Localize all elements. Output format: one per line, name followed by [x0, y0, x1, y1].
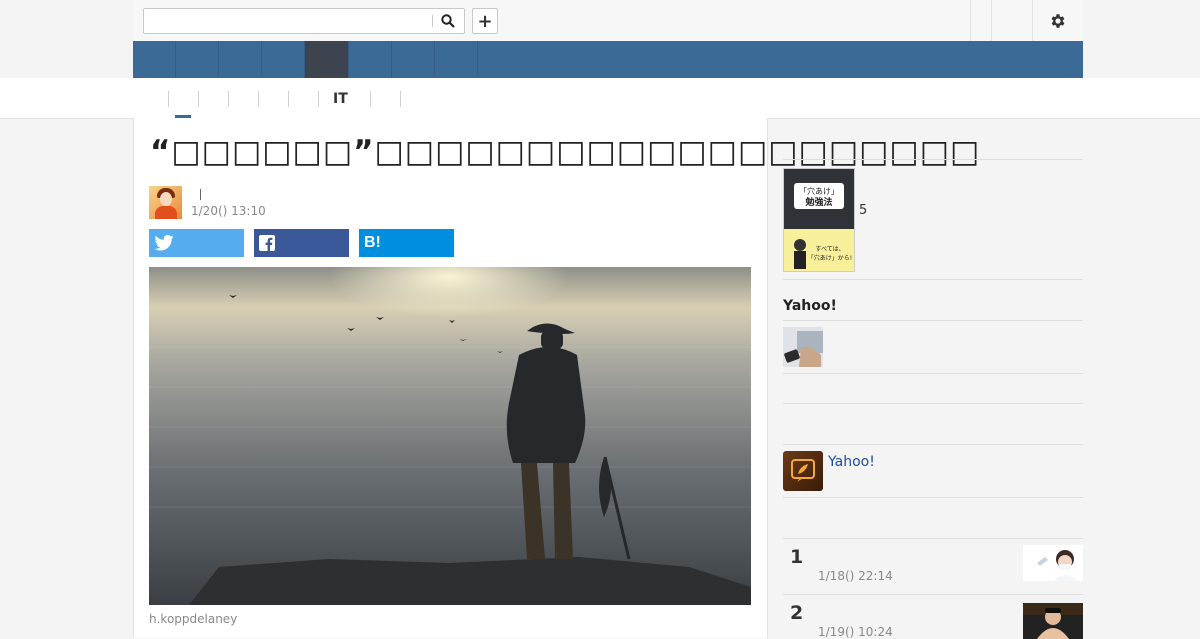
- app-icon[interactable]: [783, 451, 823, 491]
- search-input[interactable]: [144, 9, 436, 32]
- photo-credit: h.koppdelaney: [149, 612, 238, 626]
- top-menu-item[interactable]: [970, 0, 991, 41]
- yahoo-app-link[interactable]: Yahoo!: [828, 454, 875, 470]
- divider: [783, 497, 1083, 498]
- nav-item[interactable]: [392, 41, 435, 78]
- top-right-menu: [970, 0, 1083, 41]
- yahoo-section-title: Yahoo!: [783, 298, 837, 314]
- category-tab[interactable]: [198, 91, 213, 107]
- news-thumbnail[interactable]: [783, 327, 823, 367]
- category-tab[interactable]: [258, 91, 273, 107]
- nav-item[interactable]: [262, 41, 305, 78]
- nav-item[interactable]: [133, 41, 176, 78]
- divider: [783, 320, 1083, 321]
- category-tabs: IT: [0, 78, 1200, 119]
- book-cover[interactable]: 「穴あけ」 勉強法 すべては、 「穴あけ」から!: [783, 168, 855, 272]
- ranking-date: 1/19() 10:24: [818, 625, 893, 639]
- article: “□□□□□□”□□□□□□□□□□□□□□□□□□□□ 1/20() 13:1…: [133, 118, 979, 638]
- divider: [783, 444, 1083, 445]
- nav-item[interactable]: [435, 41, 478, 78]
- search-icon[interactable]: [436, 11, 460, 31]
- author-avatar[interactable]: [149, 186, 182, 219]
- top-bar: +: [133, 0, 1083, 42]
- twitter-share-button[interactable]: [149, 229, 244, 257]
- nav-item-active[interactable]: [305, 41, 349, 78]
- svg-text:「穴あけ」: 「穴あけ」: [799, 186, 839, 196]
- article-photo: [149, 267, 751, 605]
- svg-text:「穴あけ」から!: 「穴あけ」から!: [808, 254, 852, 262]
- publish-date: 1/20() 13:10: [191, 204, 266, 218]
- ranking-date: 1/18() 22:14: [818, 569, 893, 583]
- ranking-number: 2: [790, 602, 804, 624]
- article-title: “□□□□□□”□□□□□□□□□□□□□□□□□□□□: [150, 134, 981, 170]
- settings-button[interactable]: [1032, 0, 1083, 41]
- plus-icon: +: [477, 10, 493, 32]
- divider: [783, 538, 1083, 539]
- top-menu-item[interactable]: [991, 0, 1032, 41]
- nav-item[interactable]: [176, 41, 219, 78]
- nav-item[interactable]: [219, 41, 262, 78]
- divider: [783, 279, 1083, 280]
- category-tab[interactable]: [228, 91, 243, 107]
- ranking-number: 1: [790, 546, 804, 568]
- category-tab[interactable]: [370, 91, 385, 107]
- divider: [783, 373, 1083, 374]
- category-tab[interactable]: [288, 91, 303, 107]
- hatena-bookmark-icon: B!: [364, 234, 381, 251]
- facebook-icon: [259, 235, 275, 251]
- category-tab[interactable]: [168, 91, 183, 107]
- book-count: 5: [859, 203, 868, 218]
- main-nav: [133, 41, 1083, 78]
- author-divider: [200, 189, 201, 200]
- avatar-body: [155, 206, 177, 219]
- add-button[interactable]: +: [472, 8, 498, 34]
- facebook-share-button[interactable]: [254, 229, 349, 257]
- svg-text:すべては、: すべては、: [815, 246, 844, 253]
- svg-text:勉強法: 勉強法: [804, 196, 832, 208]
- category-tab-it[interactable]: IT: [318, 91, 348, 107]
- nav-item[interactable]: [349, 41, 392, 78]
- hatena-bookmark-button[interactable]: B!: [359, 229, 454, 257]
- divider: [783, 403, 1083, 404]
- search-box: [143, 8, 465, 34]
- ranking-thumbnail[interactable]: [1023, 545, 1083, 581]
- category-tab[interactable]: [400, 91, 415, 107]
- twitter-icon: [154, 235, 174, 251]
- divider: [783, 159, 1083, 160]
- gear-icon: [1051, 13, 1065, 28]
- ranking-thumbnail[interactable]: [1023, 603, 1083, 639]
- avatar-face: [160, 192, 172, 206]
- divider: [783, 594, 1083, 595]
- search-divider: [432, 15, 433, 27]
